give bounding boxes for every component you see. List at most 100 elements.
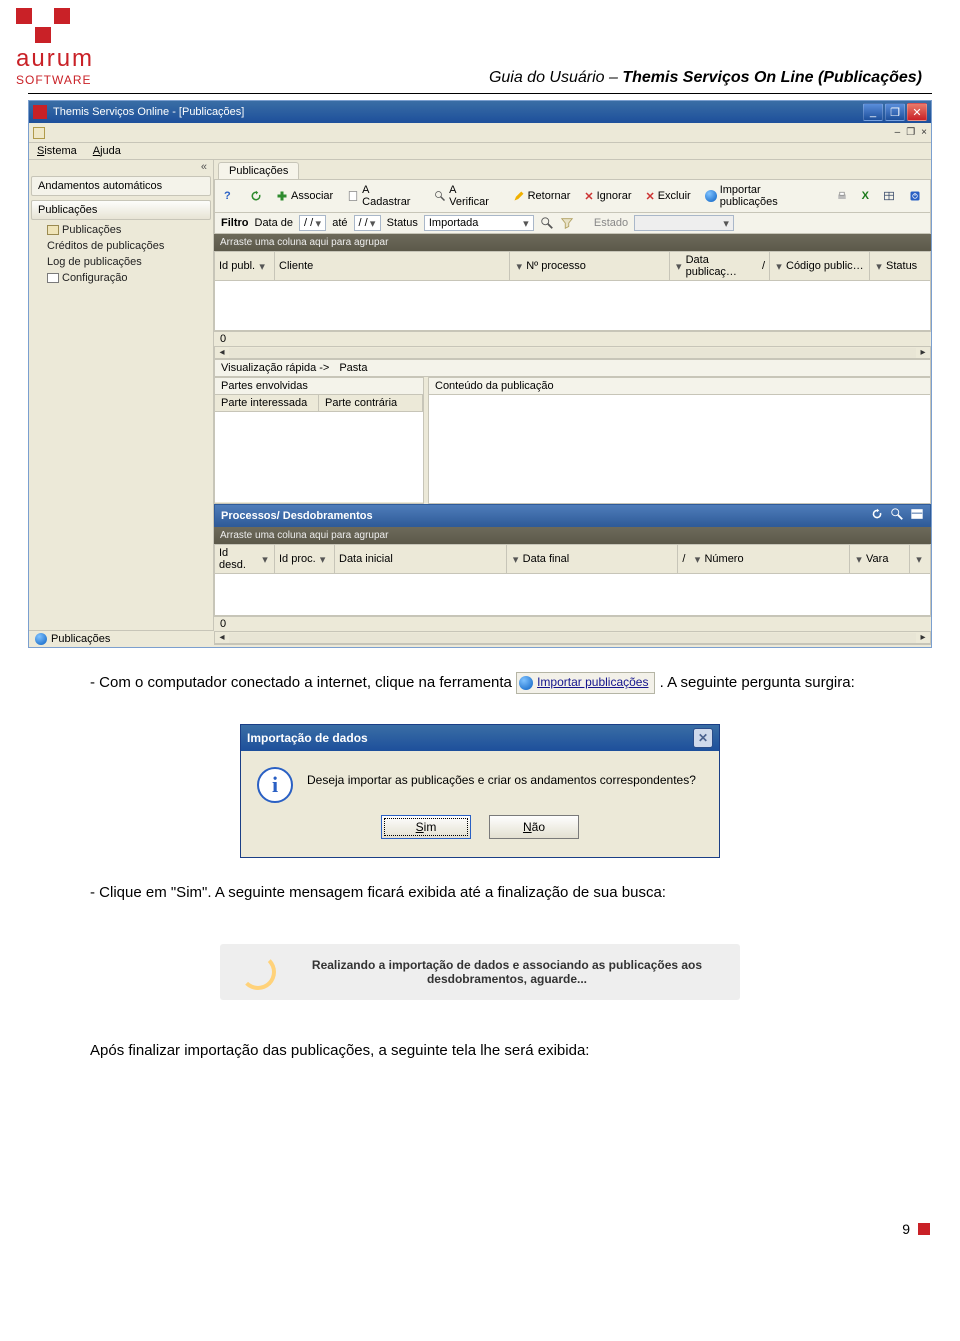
- importar-button[interactable]: Importar publicações: [700, 182, 827, 210]
- page-icon: [47, 273, 59, 283]
- acadastrar-button[interactable]: A Cadastrar: [342, 182, 425, 210]
- print-button[interactable]: [831, 188, 853, 204]
- scroll-right-icon[interactable]: ▸: [916, 632, 930, 643]
- col-vara[interactable]: ▾Vara: [850, 545, 910, 573]
- excel-button[interactable]: X: [857, 188, 874, 204]
- col-status[interactable]: ▾Status: [870, 252, 930, 280]
- quick-view-bar: Visualização rápida -> Pasta: [214, 359, 931, 377]
- sidebar-sub-log[interactable]: Log de publicações: [29, 254, 213, 270]
- search-button[interactable]: [540, 216, 554, 230]
- help-button[interactable]: ?: [219, 188, 241, 204]
- status-label: Status: [387, 217, 418, 229]
- dialog-yes-button[interactable]: Sim: [381, 815, 471, 839]
- grid-columns: Id publ.▾ Cliente ▾Nº processo ▾Data pub…: [214, 251, 931, 281]
- col-id-proc[interactable]: Id proc.▾: [275, 545, 335, 573]
- scroll-left-icon[interactable]: ◂: [215, 632, 229, 643]
- x-icon: ✕: [584, 190, 593, 203]
- col-nprocesso[interactable]: ▾Nº processo: [510, 252, 670, 280]
- para1-b: . A seguinte pergunta surgira:: [660, 674, 855, 691]
- grid-button[interactable]: [878, 188, 900, 204]
- dialog-close-button[interactable]: ✕: [693, 728, 713, 748]
- tab-publicacoes[interactable]: Publicações: [218, 162, 299, 179]
- col-id-desd[interactable]: Id desd.▾: [215, 545, 275, 573]
- chevron-down-icon: ▾: [257, 260, 267, 273]
- status-select[interactable]: Importada▾: [424, 215, 534, 231]
- excel-icon: X: [862, 190, 869, 202]
- logo-mark-icon: [16, 8, 186, 43]
- col-data-pub[interactable]: ▾Data publicaç… /: [670, 252, 770, 280]
- associar-button[interactable]: Associar: [271, 188, 338, 204]
- hscroll-2[interactable]: ◂▸: [214, 631, 931, 644]
- retornar-button[interactable]: Retornar: [508, 188, 576, 204]
- panel-conteudo: Conteúdo da publicação: [428, 377, 931, 504]
- refresh-icon: [250, 190, 262, 202]
- date-from-input[interactable]: / /▾: [299, 215, 326, 231]
- sidebar-collapse[interactable]: «: [29, 160, 213, 174]
- maximize-button[interactable]: ❐: [885, 103, 905, 121]
- page-header: aurum SOFTWARE Guia do Usuário – Themis …: [0, 0, 960, 89]
- child-close[interactable]: ×: [921, 127, 927, 138]
- chevron-down-icon: ▾: [260, 553, 270, 566]
- refresh-button[interactable]: [245, 188, 267, 204]
- window-title: Themis Serviços Online - [Publicações]: [53, 106, 244, 118]
- x-icon: ✕: [645, 190, 654, 203]
- sidebar-sub-publicacoes[interactable]: Publicações: [29, 222, 213, 238]
- menu-sistema[interactable]: SSistemaistema: [37, 145, 77, 157]
- power-button[interactable]: [904, 188, 926, 204]
- chevron-down-icon: ▾: [914, 553, 924, 566]
- child-min[interactable]: –: [895, 127, 901, 138]
- refresh-icon[interactable]: [870, 507, 884, 524]
- estado-select[interactable]: ▾: [634, 215, 734, 231]
- sidebar-sub-config[interactable]: Configuração: [29, 270, 213, 286]
- ignorar-button[interactable]: ✕Ignorar: [579, 188, 636, 205]
- col-data-ini[interactable]: Data inicial: [335, 545, 507, 573]
- excluir-button[interactable]: ✕Excluir: [640, 188, 695, 205]
- chevron-down-icon: ▾: [674, 260, 684, 273]
- search-icon[interactable]: [890, 507, 904, 524]
- minimize-button[interactable]: _: [863, 103, 883, 121]
- child-restore[interactable]: ❐: [906, 127, 915, 138]
- dialog-no-button[interactable]: Não: [489, 815, 579, 839]
- sidebar-sub-creditos[interactable]: Créditos de publicações: [29, 238, 213, 254]
- col-id-publ[interactable]: Id publ.▾: [215, 252, 275, 280]
- scroll-right-icon[interactable]: ▸: [916, 347, 930, 358]
- logo-sub: SOFTWARE: [16, 73, 186, 87]
- screenshot-app-window: Themis Serviços Online - [Publicações] _…: [28, 100, 932, 648]
- menu-ajuda[interactable]: Ajuda: [93, 145, 121, 157]
- main-area: Publicações ? Associar A Cadastrar A Ver…: [214, 160, 931, 630]
- group-by-hint-2[interactable]: Arraste uma coluna aqui para agrupar: [214, 527, 931, 544]
- status-tab[interactable]: Publicações: [51, 633, 110, 645]
- col-parte-contraria[interactable]: Parte contrária: [319, 395, 423, 411]
- group-by-hint[interactable]: Arraste uma coluna aqui para agrupar: [214, 234, 931, 251]
- quickview-pasta[interactable]: Pasta: [339, 362, 367, 374]
- col-extra[interactable]: ▾: [910, 545, 930, 573]
- col-cod-pub[interactable]: ▾Código public…: [770, 252, 870, 280]
- printer-icon: [836, 190, 848, 202]
- child-window-titlebar: – ❐ ×: [29, 123, 931, 143]
- grid-icon[interactable]: [910, 507, 924, 524]
- clear-filter-button[interactable]: [560, 216, 574, 230]
- data-de-label: Data de: [255, 217, 294, 229]
- magnifier-icon: [540, 216, 554, 230]
- paragraph-2: - Clique em "Sim". A seguinte mensagem f…: [90, 882, 870, 904]
- titlebar: Themis Serviços Online - [Publicações] _…: [29, 101, 931, 123]
- plus-icon: [276, 190, 288, 202]
- scroll-left-icon[interactable]: ◂: [215, 347, 229, 358]
- sidebar-item-andamentos[interactable]: Andamentos automáticos: [31, 176, 211, 196]
- dialog-message: Deseja importar as publicações e criar o…: [307, 767, 696, 803]
- estado-label: Estado: [594, 217, 628, 229]
- date-to-input[interactable]: / /▾: [354, 215, 381, 231]
- inline-importar-button[interactable]: Importar publicações: [516, 672, 655, 693]
- col-numero[interactable]: / ▾Número: [678, 545, 850, 573]
- globe-icon: [519, 676, 533, 690]
- col-parte-interessada[interactable]: Parte interessada: [215, 395, 319, 411]
- col-data-fin[interactable]: ▾Data final: [507, 545, 679, 573]
- chevron-down-icon: ▾: [511, 553, 521, 566]
- row-count: 0: [214, 331, 931, 346]
- col-cliente[interactable]: Cliente: [275, 252, 510, 280]
- averificar-button[interactable]: A Verificar: [429, 182, 503, 210]
- close-button[interactable]: ✕: [907, 103, 927, 121]
- loading-banner: Realizando a importação de dados e assoc…: [220, 944, 740, 1000]
- sidebar-item-publicacoes[interactable]: Publicações: [31, 200, 211, 220]
- hscroll[interactable]: ◂▸: [214, 346, 931, 359]
